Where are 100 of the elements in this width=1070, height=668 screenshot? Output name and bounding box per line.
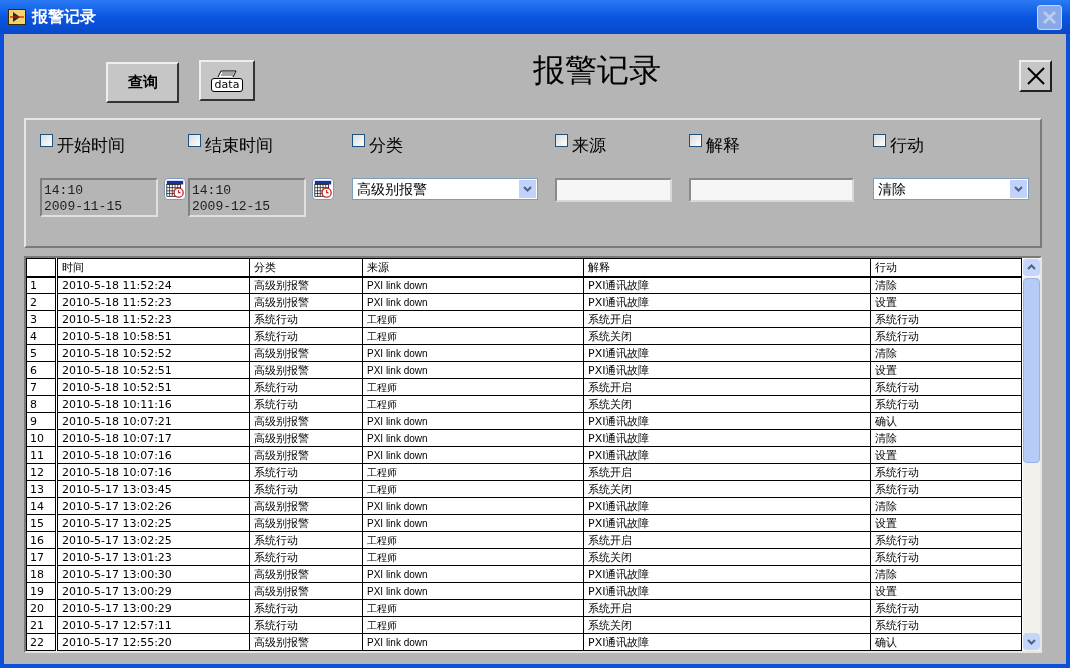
table-cell: 系统关闭 bbox=[583, 395, 871, 413]
table-cell: PXI通讯故障 bbox=[583, 633, 871, 651]
column-header: 解释 bbox=[583, 258, 871, 277]
close-icon bbox=[1042, 9, 1057, 25]
table-cell: 高级别报警 bbox=[249, 582, 363, 600]
column-header: 时间 bbox=[56, 258, 250, 277]
table-cell: PXI link down bbox=[362, 565, 584, 583]
row-number: 16 bbox=[26, 531, 57, 549]
query-button[interactable]: 查询 bbox=[106, 62, 179, 103]
table-cell: 系统行动 bbox=[870, 599, 1022, 617]
table-cell: 高级别报警 bbox=[249, 276, 363, 294]
scroll-thumb[interactable] bbox=[1023, 278, 1040, 463]
table-cell: 2010-5-18 10:11:16 bbox=[56, 395, 250, 413]
table-cell: 2010-5-18 11:52:24 bbox=[56, 276, 250, 294]
table-cell: 系统行动 bbox=[870, 480, 1022, 498]
table-cell: 工程师 bbox=[362, 378, 584, 396]
table-cell: 2010-5-18 10:07:21 bbox=[56, 412, 250, 430]
calendar-clock-icon[interactable] bbox=[312, 178, 334, 200]
table-cell: 系统开启 bbox=[583, 378, 871, 396]
table-cell: 系统行动 bbox=[870, 531, 1022, 549]
table-cell: 2010-5-17 13:00:29 bbox=[56, 599, 250, 617]
table-cell: 高级别报警 bbox=[249, 497, 363, 515]
table-cell: 系统行动 bbox=[870, 463, 1022, 481]
table-cell: 系统开启 bbox=[583, 531, 871, 549]
table-cell: 2010-5-17 13:00:30 bbox=[56, 565, 250, 583]
row-number: 12 bbox=[26, 463, 57, 481]
column-header: 分类 bbox=[249, 258, 363, 277]
paper-icon bbox=[215, 69, 239, 78]
checkbox[interactable] bbox=[873, 134, 886, 147]
row-number: 15 bbox=[26, 514, 57, 532]
checkbox[interactable] bbox=[40, 134, 53, 147]
filter-label: 解释 bbox=[706, 135, 740, 155]
table-cell: 工程师 bbox=[362, 531, 584, 549]
table-cell: PXI通讯故障 bbox=[583, 293, 871, 311]
row-number: 1 bbox=[26, 276, 57, 294]
row-number: 20 bbox=[26, 599, 57, 617]
checkbox[interactable] bbox=[555, 134, 568, 147]
print-button[interactable]: data bbox=[199, 60, 255, 101]
scroll-up-icon[interactable] bbox=[1023, 259, 1040, 276]
table-cell: PXI link down bbox=[362, 361, 584, 379]
table-cell: 系统开启 bbox=[583, 463, 871, 481]
table-cell: 系统关闭 bbox=[583, 327, 871, 345]
filter-label: 分类 bbox=[369, 135, 403, 155]
table-cell: 高级别报警 bbox=[249, 429, 363, 447]
table-cell: 系统行动 bbox=[249, 531, 363, 549]
table-cell: 高级别报警 bbox=[249, 633, 363, 651]
table-cell: 2010-5-17 13:01:23 bbox=[56, 548, 250, 566]
table-cell: PXI通讯故障 bbox=[583, 344, 871, 362]
table-cell: PXI通讯故障 bbox=[583, 565, 871, 583]
datetime-field[interactable]: 14:10 2009-12-15 bbox=[188, 178, 306, 217]
table-cell: PXI通讯故障 bbox=[583, 429, 871, 447]
table-cell: 系统关闭 bbox=[583, 548, 871, 566]
page-heading: 报警记录 bbox=[533, 52, 661, 88]
scrollbar[interactable] bbox=[1023, 258, 1040, 651]
row-number: 11 bbox=[26, 446, 57, 464]
table-cell: 2010-5-18 10:07:17 bbox=[56, 429, 250, 447]
table-cell: 2010-5-17 13:02:25 bbox=[56, 514, 250, 532]
table-cell: 工程师 bbox=[362, 395, 584, 413]
table-cell: 高级别报警 bbox=[249, 565, 363, 583]
checkbox[interactable] bbox=[188, 134, 201, 147]
table-cell: 清除 bbox=[870, 344, 1022, 362]
dropdown[interactable]: 高级别报警 bbox=[352, 178, 538, 200]
table-cell: PXI link down bbox=[362, 582, 584, 600]
table-cell: 系统行动 bbox=[249, 327, 363, 345]
table-cell: 设置 bbox=[870, 514, 1022, 532]
table-cell: 高级别报警 bbox=[249, 514, 363, 532]
datetime-field[interactable]: 14:10 2009-11-15 bbox=[40, 178, 158, 217]
table-cell: 系统行动 bbox=[249, 480, 363, 498]
column-header: 来源 bbox=[362, 258, 584, 277]
table-cell: PXI link down bbox=[362, 293, 584, 311]
table-cell: 系统行动 bbox=[870, 395, 1022, 413]
table-cell: 高级别报警 bbox=[249, 446, 363, 464]
table-cell: 系统行动 bbox=[249, 616, 363, 634]
text-field[interactable] bbox=[555, 178, 672, 202]
table-cell: 设置 bbox=[870, 361, 1022, 379]
dropdown[interactable]: 清除 bbox=[873, 178, 1029, 200]
table-cell: 2010-5-18 10:58:51 bbox=[56, 327, 250, 345]
row-number: 21 bbox=[26, 616, 57, 634]
table-cell: PXI link down bbox=[362, 412, 584, 430]
table-cell: 确认 bbox=[870, 412, 1022, 430]
table-cell: PXI link down bbox=[362, 633, 584, 651]
close-icon bbox=[1025, 66, 1046, 86]
table-cell: 系统行动 bbox=[870, 327, 1022, 345]
table-cell: 工程师 bbox=[362, 599, 584, 617]
table-cell: 确认 bbox=[870, 633, 1022, 651]
text-field[interactable] bbox=[689, 178, 854, 202]
table-cell: 高级别报警 bbox=[249, 293, 363, 311]
table-cell: 高级别报警 bbox=[249, 344, 363, 362]
table-cell: 系统行动 bbox=[249, 599, 363, 617]
checkbox[interactable] bbox=[689, 134, 702, 147]
table-cell: PXI通讯故障 bbox=[583, 361, 871, 379]
table-cell: 2010-5-17 13:00:29 bbox=[56, 582, 250, 600]
table-cell: 2010-5-18 10:07:16 bbox=[56, 463, 250, 481]
checkbox[interactable] bbox=[352, 134, 365, 147]
scroll-down-icon[interactable] bbox=[1023, 633, 1040, 650]
calendar-clock-icon[interactable] bbox=[164, 178, 186, 200]
close-button[interactable] bbox=[1019, 60, 1052, 92]
table-cell: 系统关闭 bbox=[583, 616, 871, 634]
table-cell: PXI link down bbox=[362, 429, 584, 447]
table-cell: 工程师 bbox=[362, 480, 584, 498]
